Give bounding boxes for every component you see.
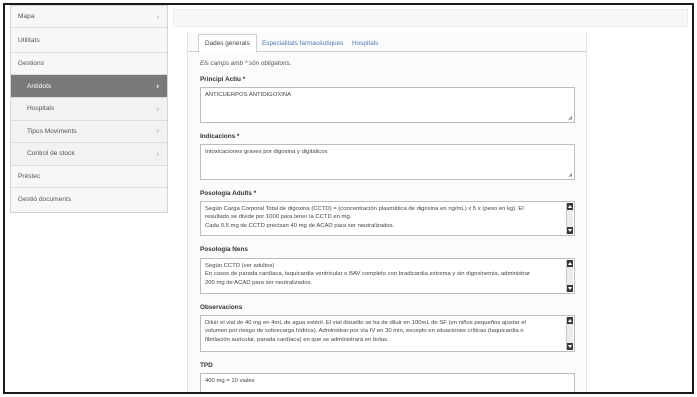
sidebar-item-label: Gestions xyxy=(18,60,45,67)
chevron-right-icon: › xyxy=(156,12,159,21)
sidebar-item-label: Utilitats xyxy=(18,36,40,44)
sidebar-item-gestio-documents[interactable]: Gestió documents xyxy=(11,188,167,211)
indicacions-label: Indicacions * xyxy=(200,133,240,140)
sidebar-item-label: Gestió documents xyxy=(18,195,72,203)
chevron-right-icon: › xyxy=(156,126,159,136)
sidebar-menu: Mapa › Utilitats Gestions Antídots › Hos… xyxy=(10,5,168,213)
sidebar-item-antidots[interactable]: Antídots › xyxy=(11,75,167,98)
posologia-adults-field[interactable]: Según Carga Corporal Total de digoxina (… xyxy=(200,201,575,236)
field-line: volumen por riesgo de sobrecarga hídrica… xyxy=(205,328,524,335)
posologia-nens-field[interactable]: Según CCTD (ver adultos) En casos de par… xyxy=(200,258,575,294)
tpd-label: TPD xyxy=(200,362,213,369)
sidebar-item-label: Mapa xyxy=(18,13,35,20)
principi-actiu-field[interactable]: ANTICUERPOS ANTIDIGOXINA ◢ xyxy=(200,87,575,123)
field-text: Intoxicaciones graves por digoxina y dig… xyxy=(205,149,328,155)
sidebar-item-label: Tipus Moviments xyxy=(27,127,77,135)
field-text: ANTICUERPOS ANTIDIGOXINA xyxy=(205,92,292,98)
field-text: 400 mg = 10 viales xyxy=(205,378,255,384)
sidebar-item-mapa[interactable]: Mapa › xyxy=(11,6,167,28)
field-line: Según Carga Corporal Total de digoxina (… xyxy=(205,206,524,212)
sidebar-item-label: Préstec xyxy=(18,172,41,180)
observacions-label: Observacions xyxy=(200,304,243,311)
field-line: fibrilación auricular, parada cardíaca) … xyxy=(205,336,389,343)
sidebar-item-label: Antídots xyxy=(27,82,52,90)
required-fields-note: Els camps amb * són obligatoris. xyxy=(200,60,292,67)
sidebar-item-label: Control de stock xyxy=(27,150,75,158)
scroll-down-icon[interactable] xyxy=(567,285,573,292)
resize-handle-icon[interactable]: ◢ xyxy=(567,172,573,178)
sidebar-item-gestions[interactable]: Gestions xyxy=(11,53,167,75)
field-line: En casos de parada cardíaca, taquicardia… xyxy=(205,271,531,278)
tab-bar: Dades generals Especialitats farmacèutiq… xyxy=(188,32,586,53)
scroll-down-icon[interactable] xyxy=(567,227,573,234)
sidebar-item-prestec[interactable]: Préstec xyxy=(11,165,167,188)
scrollbar[interactable] xyxy=(566,260,573,292)
observacions-field[interactable]: Diluir el vial de 40 mg en 4mL de agua e… xyxy=(200,315,575,352)
scroll-up-icon[interactable] xyxy=(567,317,573,324)
scroll-up-icon[interactable] xyxy=(567,203,573,210)
field-line: 200 mg de ACAD para ser neutralizados. xyxy=(205,279,313,286)
field-line: Según CCTD (ver adultos) xyxy=(205,263,275,269)
scrollbar[interactable] xyxy=(566,317,573,350)
content-panel: Dades generals Especialitats farmacèutiq… xyxy=(187,32,587,392)
scroll-down-icon[interactable] xyxy=(567,343,573,350)
tpd-field[interactable]: 400 mg = 10 viales xyxy=(200,373,575,392)
sidebar-item-label: Hospitals xyxy=(27,105,55,113)
chevron-right-icon: › xyxy=(156,104,159,114)
resize-handle-icon[interactable]: ◢ xyxy=(567,115,573,121)
chevron-right-icon: › xyxy=(156,149,159,159)
sidebar-item-tipus-moviments[interactable]: Tipus Moviments › xyxy=(11,120,167,143)
tab-dades-generals[interactable]: Dades generals xyxy=(198,34,257,53)
scroll-up-icon[interactable] xyxy=(567,260,573,267)
principi-actiu-label: Principi Actiu * xyxy=(200,76,246,83)
indicacions-field[interactable]: Intoxicaciones graves por digoxina y dig… xyxy=(200,144,575,180)
top-bar xyxy=(173,9,688,27)
sidebar-item-control-stock[interactable]: Control de stock › xyxy=(11,143,167,166)
sidebar-item-utilitats[interactable]: Utilitats xyxy=(11,28,167,53)
tab-especialitats-farmaceutiques[interactable]: Especialitats farmacèutiques xyxy=(256,34,349,52)
tab-hospitals[interactable]: Hospitals xyxy=(346,34,384,52)
posologia-nens-label: Posologia Nens xyxy=(200,246,248,253)
posologia-adults-label: Posologia Adults * xyxy=(200,190,257,197)
field-line: Cada 0.5 mg de CCTD precisan 40 mg de AC… xyxy=(205,222,395,229)
app-window: Mapa › Utilitats Gestions Antídots › Hos… xyxy=(3,3,694,394)
chevron-right-icon: › xyxy=(156,81,159,91)
field-line: Diluir el vial de 40 mg en 4mL de agua e… xyxy=(205,320,526,326)
sidebar-item-hospitals[interactable]: Hospitals › xyxy=(11,98,167,121)
field-line: resultado se divide por 1000 para tener … xyxy=(205,214,352,221)
scrollbar[interactable] xyxy=(566,203,573,234)
